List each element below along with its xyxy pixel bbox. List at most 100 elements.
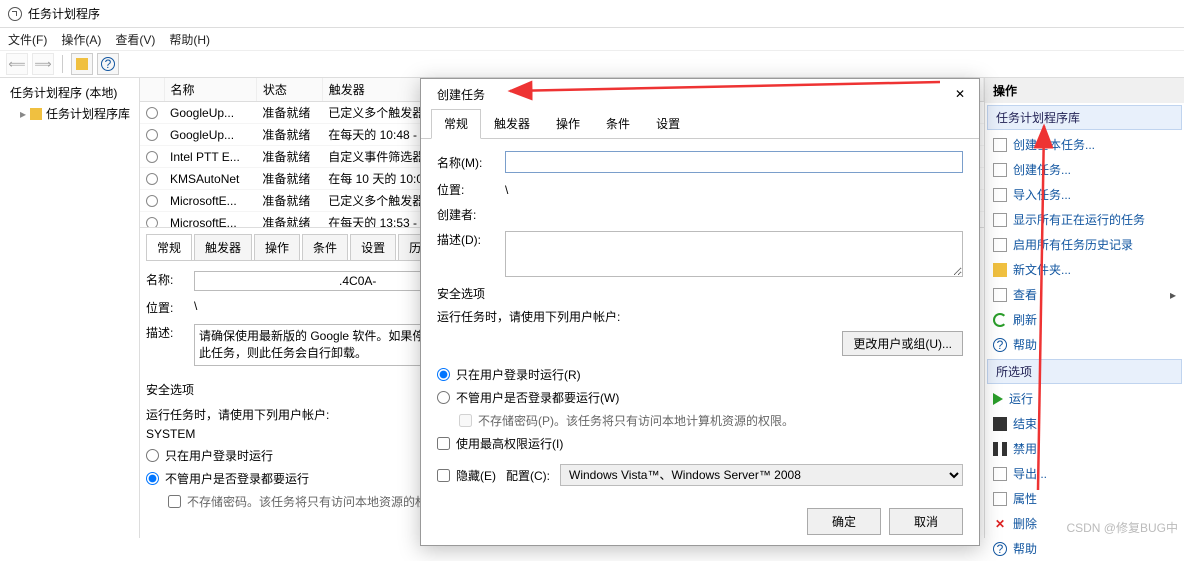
menubar: 文件(F) 操作(A) 查看(V) 帮助(H)	[0, 28, 1184, 50]
action-import[interactable]: 导入任务...	[985, 182, 1184, 207]
action-enable-history[interactable]: 启用所有任务历史记录	[985, 232, 1184, 257]
check-nostore-pwd[interactable]	[168, 495, 181, 508]
action-run[interactable]: 运行	[985, 386, 1184, 411]
tab-conditions[interactable]: 条件	[302, 234, 348, 260]
dlg-label-location: 位置:	[437, 181, 497, 198]
action-label: 导出...	[1013, 465, 1047, 482]
cell-name: Intel PTT E...	[164, 146, 256, 168]
task-icon	[146, 129, 158, 141]
dlg-security-line: 运行任务时，请使用下列用户帐户:	[437, 308, 963, 325]
action-label: 结束	[1013, 415, 1037, 432]
dialog-titlebar[interactable]: 创建任务 ✕	[421, 79, 979, 109]
tab-settings[interactable]: 设置	[350, 234, 396, 260]
cell-name: KMSAutoNet	[164, 168, 256, 190]
radio-any-logon[interactable]	[146, 472, 159, 485]
tab-general[interactable]: 常规	[146, 234, 192, 260]
dlg-config-label: 配置(C):	[506, 467, 550, 484]
dlg-radio-logon-only[interactable]	[437, 368, 450, 381]
cell-status: 准备就绪	[256, 102, 322, 124]
chevron-right-icon: ▸	[20, 107, 26, 121]
folder-icon	[30, 108, 42, 120]
action-show-running[interactable]: 显示所有正在运行的任务	[985, 207, 1184, 232]
dlg-radio-any-logon[interactable]	[437, 391, 450, 404]
action-export[interactable]: 导出...	[985, 461, 1184, 486]
change-user-button[interactable]: 更改用户或组(U)...	[842, 331, 963, 356]
dlg-check-highest[interactable]	[437, 437, 450, 450]
action-label: 新文件夹...	[1013, 261, 1071, 278]
action-disable[interactable]: 禁用	[985, 436, 1184, 461]
action-view[interactable]: 查看 ▸	[985, 282, 1184, 307]
action-new-folder[interactable]: 新文件夹...	[985, 257, 1184, 282]
forward-button[interactable]: ⟹	[32, 53, 54, 75]
dlg-tab-triggers[interactable]: 触发器	[481, 109, 543, 138]
dialog-title: 创建任务	[437, 86, 485, 103]
radio-any-logon-label: 不管用户是否登录都要运行	[165, 470, 309, 487]
dialog-tabs: 常规 触发器 操作 条件 设置	[421, 109, 979, 139]
action-help[interactable]: ?帮助	[985, 332, 1184, 357]
task-icon	[146, 151, 158, 163]
task-icon	[146, 217, 158, 228]
menu-help[interactable]: 帮助(H)	[169, 31, 210, 48]
dlg-radio-any-logon-label: 不管用户是否登录都要运行(W)	[456, 389, 619, 406]
dlg-security-title: 安全选项	[437, 285, 963, 302]
help-button[interactable]: ?	[97, 53, 119, 75]
dlg-check-nostore-pwd	[459, 414, 472, 427]
cell-status: 准备就绪	[256, 124, 322, 146]
dlg-tab-actions[interactable]: 操作	[543, 109, 593, 138]
dlg-config-select[interactable]: Windows Vista™、Windows Server™ 2008	[560, 464, 963, 486]
action-label: 显示所有正在运行的任务	[1013, 211, 1145, 228]
tree-panel: 任务计划程序 (本地) ▸ 任务计划程序库	[0, 78, 140, 538]
action-label: 禁用	[1013, 440, 1037, 457]
action-create-basic[interactable]: 创建基本任务...	[985, 132, 1184, 157]
dlg-tab-general[interactable]: 常规	[431, 109, 481, 139]
dlg-check-hidden[interactable]	[437, 469, 450, 482]
actions-group-library: 任务计划程序库	[987, 105, 1182, 130]
action-create-task[interactable]: 创建任务...	[985, 157, 1184, 182]
dlg-input-desc[interactable]	[505, 231, 963, 277]
tree-root[interactable]: 任务计划程序 (本地)	[4, 82, 135, 103]
action-label: 查看	[1013, 286, 1037, 303]
watermark: CSDN @修复BUG中	[1066, 519, 1178, 536]
dlg-tab-conditions[interactable]: 条件	[593, 109, 643, 138]
close-button[interactable]: ✕	[947, 83, 973, 105]
task-icon	[146, 195, 158, 207]
props-button[interactable]	[71, 53, 93, 75]
app-title: 任务计划程序	[28, 5, 100, 22]
radio-logon-only[interactable]	[146, 449, 159, 462]
cell-name: GoogleUp...	[164, 102, 256, 124]
action-label: 属性	[1013, 490, 1037, 507]
separator	[62, 55, 63, 73]
tab-actions[interactable]: 操作	[254, 234, 300, 260]
actions-panel: 操作 任务计划程序库 创建基本任务...创建任务...导入任务...显示所有正在…	[984, 78, 1184, 538]
task-icon	[146, 107, 158, 119]
chevron-right-icon: ▸	[1170, 288, 1176, 302]
col-status[interactable]: 状态	[256, 78, 322, 102]
action-label: 创建任务...	[1013, 161, 1071, 178]
dlg-input-name[interactable]	[505, 151, 963, 173]
check-nostore-pwd-label: 不存储密码。该任务将只有访问本地资源的权限	[187, 493, 439, 510]
dlg-radio-logon-only-label: 只在用户登录时运行(R)	[456, 366, 581, 383]
label-name: 名称:	[146, 271, 194, 288]
radio-logon-only-label: 只在用户登录时运行	[165, 447, 273, 464]
col-name[interactable]: 名称	[164, 78, 256, 102]
dlg-value-location: \	[505, 183, 508, 197]
dlg-label-desc: 描述(D):	[437, 231, 497, 248]
cancel-button[interactable]: 取消	[889, 508, 963, 535]
dlg-label-name: 名称(M):	[437, 154, 497, 171]
back-button[interactable]: ⟸	[6, 53, 28, 75]
tree-library[interactable]: ▸ 任务计划程序库	[4, 103, 135, 124]
action-help2[interactable]: ?帮助	[985, 536, 1184, 561]
action-refresh[interactable]: 刷新	[985, 307, 1184, 332]
app-icon	[8, 7, 22, 21]
ok-button[interactable]: 确定	[807, 508, 881, 535]
label-location: 位置:	[146, 299, 194, 316]
menu-file[interactable]: 文件(F)	[8, 31, 47, 48]
menu-view[interactable]: 查看(V)	[115, 31, 155, 48]
menu-action[interactable]: 操作(A)	[61, 31, 101, 48]
cell-status: 准备就绪	[256, 168, 322, 190]
tab-triggers[interactable]: 触发器	[194, 234, 252, 260]
cell-status: 准备就绪	[256, 190, 322, 212]
action-props[interactable]: 属性	[985, 486, 1184, 511]
action-end[interactable]: 结束	[985, 411, 1184, 436]
dlg-tab-settings[interactable]: 设置	[643, 109, 693, 138]
